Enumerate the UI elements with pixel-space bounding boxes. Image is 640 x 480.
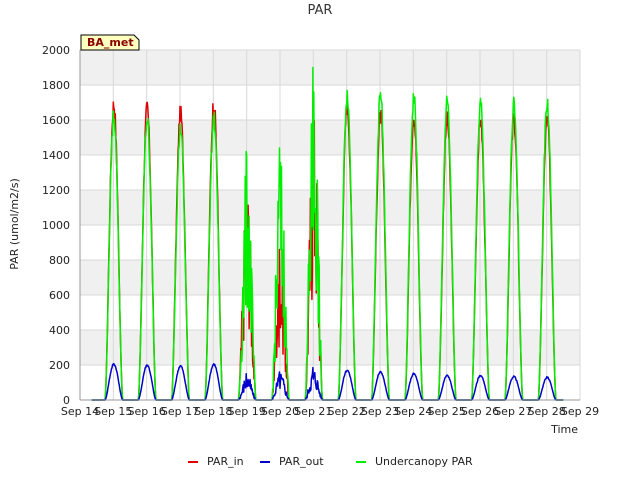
y-tick-label: 1400 [42,149,70,162]
x-axis-label: Time [550,423,578,436]
grid-band [80,260,580,295]
y-tick-label: 400 [49,324,70,337]
x-tick-labels: Sep 14Sep 15Sep 16Sep 17Sep 18Sep 19Sep … [61,405,599,418]
legend-label: PAR_in [207,455,244,468]
y-tick-label: 600 [49,289,70,302]
legend-label: PAR_out [279,455,324,468]
grid-band [80,50,580,85]
chart-title: PAR [308,3,333,18]
y-tick-label: 1200 [42,184,70,197]
grid-band [80,190,580,225]
y-tick-label: 1000 [42,219,70,232]
y-tick-label: 1800 [42,79,70,92]
y-tick-label: 1600 [42,114,70,127]
grid-band [80,120,580,155]
site-label: BA_met [87,36,134,49]
site-label-box: BA_met [80,34,140,51]
y-tick-label: 2000 [42,44,70,57]
x-tick-label: Sep 29 [561,405,599,418]
y-axis-label: PAR (umol/m2/s) [8,178,21,270]
par-chart: 0200400600800100012001400160018002000 Se… [0,0,640,480]
y-tick-label: 200 [49,359,70,372]
y-tick-label: 800 [49,254,70,267]
legend-label: Undercanopy PAR [375,455,473,468]
